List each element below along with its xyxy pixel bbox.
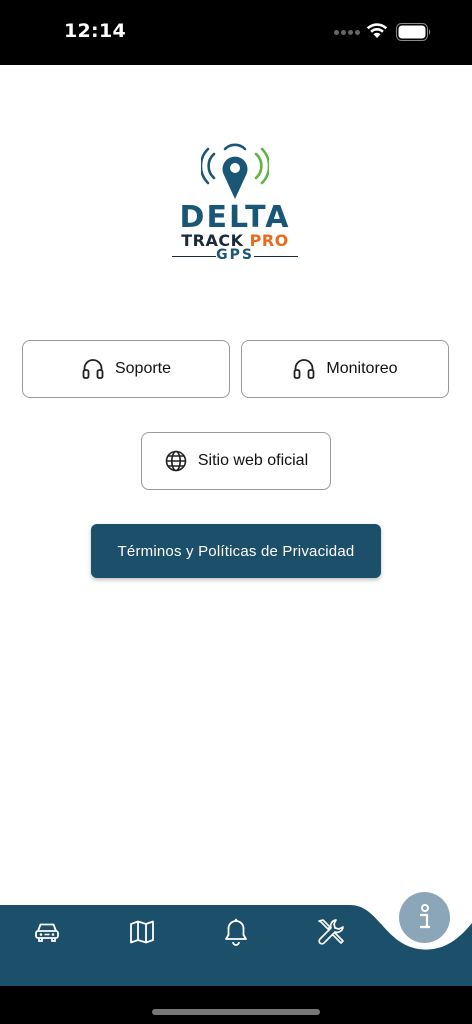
home-indicator-area [0,986,472,1024]
logo-rule-right [254,256,298,257]
terms-privacy-button[interactable]: Términos y Políticas de Privacidad [91,524,381,578]
official-website-button-label: Sitio web oficial [197,452,309,469]
battery-icon [396,23,431,41]
tools-icon [318,919,344,945]
monitoring-button[interactable]: Monitoreo [241,340,449,398]
logo-gps-row: GPS [167,247,303,265]
monitoring-button-label: Monitoreo [326,360,398,377]
nav-vehicles[interactable] [32,917,62,947]
official-website-button[interactable]: Sitio web oficial [141,432,331,490]
headset-icon [82,359,104,379]
wifi-icon [366,23,388,38]
info-icon [419,903,430,928]
map-icon [130,920,154,944]
delta-track-pro-logo: DELTA TRACK PRO GPS [167,140,303,265]
nav-tools[interactable] [316,917,346,947]
globe-icon [165,450,187,472]
terms-privacy-button-label: Términos y Políticas de Privacidad [117,542,355,560]
info-fab-button[interactable] [399,892,450,943]
support-button-label: Soporte [114,360,172,377]
home-indicator[interactable] [152,1009,320,1015]
car-icon [35,923,59,942]
location-pin-icon [201,143,269,199]
headset-icon [294,359,315,379]
logo-title: DELTA [179,200,291,235]
bell-icon [225,918,247,946]
status-bar: 12:14 [0,0,472,65]
cellular-signal-icon [334,30,360,38]
nav-map[interactable] [127,917,157,947]
logo-gps-text: GPS [216,247,254,263]
support-button[interactable]: Soporte [22,340,230,398]
status-time: 12:14 [64,20,126,42]
nav-notifications[interactable] [221,917,251,947]
